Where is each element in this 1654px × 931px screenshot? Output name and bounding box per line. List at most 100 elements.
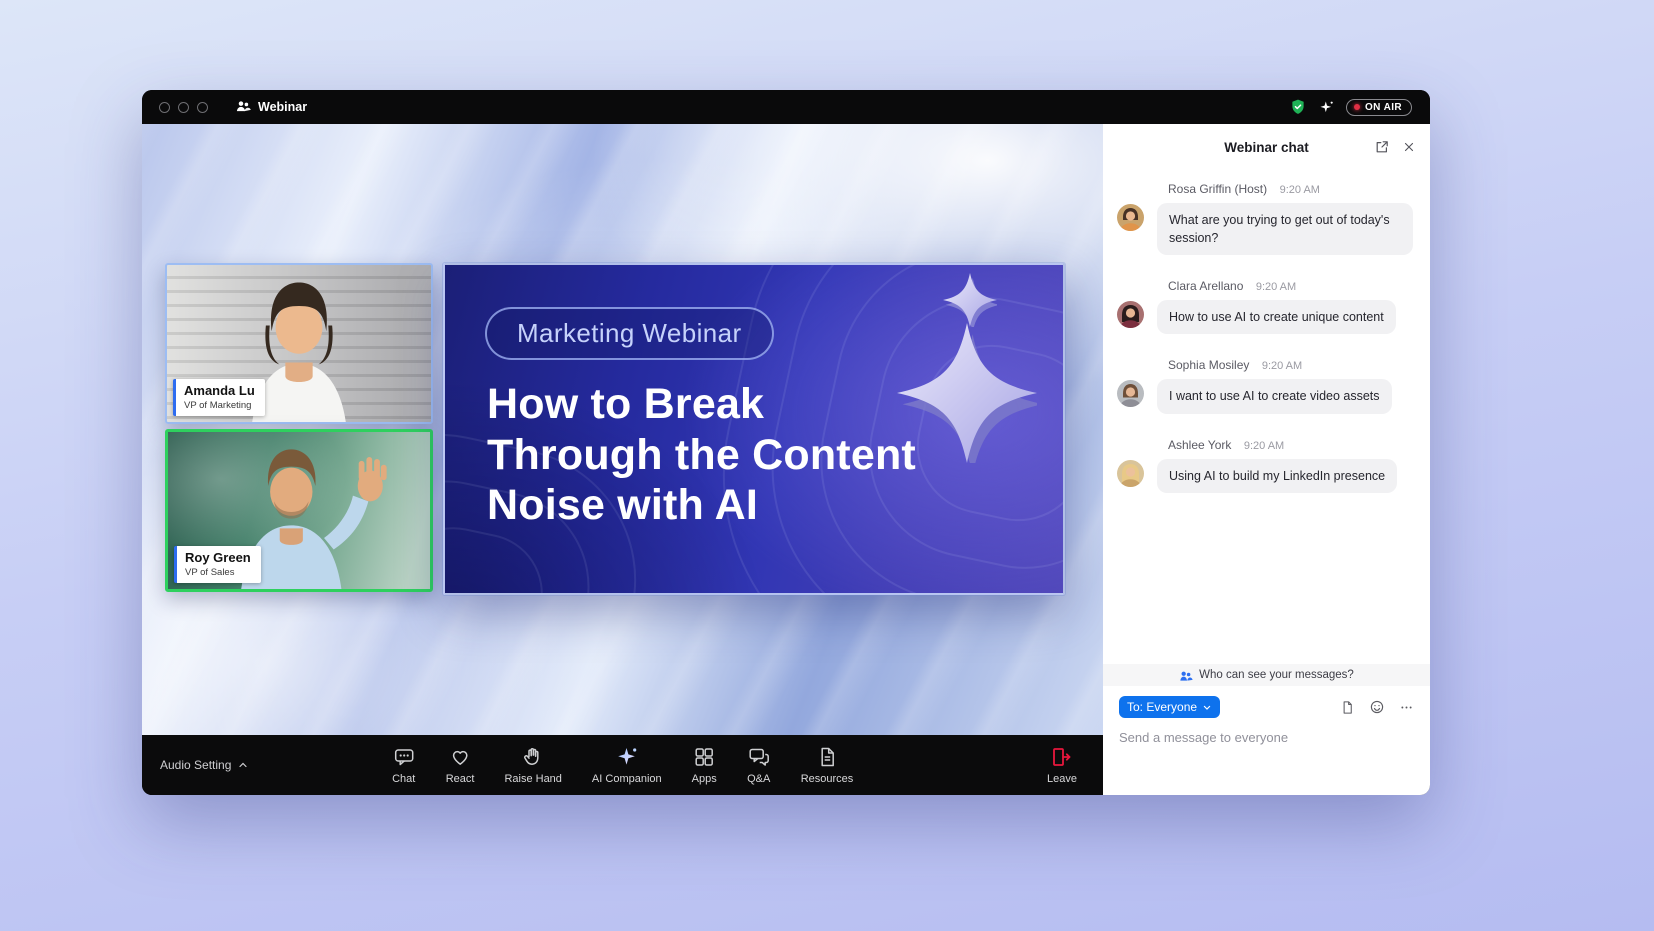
message-author: Sophia Mosiley	[1168, 358, 1249, 372]
video-stage: Amanda Lu VP of Marketing	[142, 124, 1103, 735]
leave-door-icon	[1050, 745, 1074, 769]
video-tile-column: Amanda Lu VP of Marketing	[165, 263, 433, 592]
recipient-selector-label: To: Everyone	[1127, 700, 1197, 714]
titlebar: Webinar ON AIR	[142, 90, 1430, 124]
on-air-dot-icon	[1354, 104, 1360, 110]
avatar	[1117, 301, 1144, 328]
chevron-down-icon	[1202, 703, 1212, 712]
slide-title-line: Noise with AI	[487, 480, 916, 531]
ai-companion-button[interactable]: AI Companion	[592, 745, 662, 785]
video-tile-roy[interactable]: Roy Green VP of Sales	[165, 429, 433, 592]
maximize-window-button[interactable]	[197, 102, 208, 113]
resources-button-label: Resources	[801, 773, 854, 785]
toolbar-center-group: Chat React Raise Hand	[392, 735, 854, 795]
popout-icon	[1374, 139, 1390, 155]
message-author: Clara Arellano	[1168, 279, 1243, 293]
close-icon	[1402, 140, 1416, 154]
titlebar-status-icons: ON AIR	[1289, 98, 1412, 116]
avatar	[1117, 204, 1144, 231]
leave-button-label: Leave	[1047, 773, 1077, 785]
message-author: Ashlee York	[1168, 438, 1231, 452]
slide-title-line: Through the Content	[487, 430, 916, 481]
on-air-label: ON AIR	[1365, 102, 1402, 113]
attach-file-button[interactable]	[1340, 699, 1355, 716]
message-input[interactable]	[1119, 718, 1414, 745]
leave-button[interactable]: Leave	[1047, 745, 1077, 785]
apps-button-label: Apps	[692, 773, 717, 785]
resources-button[interactable]: Resources	[801, 745, 854, 785]
chat-button[interactable]: Chat	[392, 745, 416, 785]
ai-companion-status-icon[interactable]	[1318, 99, 1335, 116]
raise-hand-button-label: Raise Hand	[504, 773, 561, 785]
chat-message: Clara Arellano 9:20 AM How to use AI to …	[1103, 277, 1430, 334]
window-title-group: Webinar	[234, 98, 307, 116]
participant-role: VP of Marketing	[184, 400, 255, 411]
chat-message: Ashlee York 9:20 AM Using AI to build my…	[1103, 436, 1430, 493]
heart-icon	[448, 745, 472, 769]
raise-hand-button[interactable]: Raise Hand	[504, 745, 561, 785]
react-button[interactable]: React	[446, 745, 475, 785]
video-tile-amanda[interactable]: Amanda Lu VP of Marketing	[165, 263, 433, 424]
chat-composer: To: Everyone	[1103, 686, 1430, 795]
message-time: 9:20 AM	[1280, 184, 1320, 196]
chat-privacy-note: Who can see your messages?	[1103, 664, 1430, 686]
people-icon	[1179, 669, 1193, 682]
message-bubble: I want to use AI to create video assets	[1157, 379, 1392, 413]
qa-button[interactable]: Q&A	[747, 745, 771, 785]
name-tag-amanda: Amanda Lu VP of Marketing	[173, 379, 265, 416]
apps-button[interactable]: Apps	[692, 745, 717, 785]
chat-message-list[interactable]: Rosa Griffin (Host) 9:20 AM What are you…	[1103, 170, 1430, 664]
slide-title-line: How to Break	[487, 379, 916, 430]
on-air-badge: ON AIR	[1346, 99, 1412, 116]
avatar	[1117, 460, 1144, 487]
message-time: 9:20 AM	[1256, 281, 1296, 293]
document-icon	[815, 745, 839, 769]
decorative-star-shape-small	[943, 273, 997, 327]
react-button-label: React	[446, 773, 475, 785]
decorative-star-shape-large	[897, 323, 1037, 463]
popout-chat-button[interactable]	[1374, 139, 1390, 155]
chevron-up-icon	[237, 759, 249, 771]
window-title: Webinar	[258, 100, 307, 114]
meeting-toolbar: Audio Setting Chat React	[142, 735, 1103, 795]
message-bubble: Using AI to build my LinkedIn presence	[1157, 459, 1397, 493]
message-bubble: How to use AI to create unique content	[1157, 300, 1396, 334]
recipient-selector[interactable]: To: Everyone	[1119, 696, 1220, 718]
participant-role: VP of Sales	[185, 567, 251, 578]
message-time: 9:20 AM	[1262, 360, 1302, 372]
more-options-button[interactable]	[1399, 700, 1414, 715]
participants-icon	[234, 98, 251, 116]
raise-hand-icon	[521, 745, 545, 769]
ai-companion-button-label: AI Companion	[592, 773, 662, 785]
audio-settings-label: Audio Setting	[160, 758, 231, 772]
chat-message: Rosa Griffin (Host) 9:20 AM What are you…	[1103, 180, 1430, 255]
message-author: Rosa Griffin (Host)	[1168, 182, 1267, 196]
more-ellipsis-icon	[1399, 700, 1414, 715]
ai-companion-icon	[615, 745, 639, 769]
name-tag-roy: Roy Green VP of Sales	[174, 546, 261, 583]
slide-title: How to Break Through the Content Noise w…	[487, 379, 916, 531]
qa-button-label: Q&A	[747, 773, 770, 785]
slide-badge: Marketing Webinar	[485, 307, 774, 360]
security-shield-icon[interactable]	[1289, 98, 1307, 116]
qa-bubbles-icon	[747, 745, 771, 769]
participant-name: Roy Green	[185, 550, 251, 566]
minimize-window-button[interactable]	[178, 102, 189, 113]
chat-button-label: Chat	[392, 773, 415, 785]
privacy-note-text: Who can see your messages?	[1199, 669, 1354, 681]
file-icon	[1340, 699, 1355, 716]
emoji-button[interactable]	[1369, 699, 1385, 715]
webinar-chat-panel: Webinar chat Rosa Griffin (Host) 9:20 AM	[1103, 124, 1430, 795]
participant-name: Amanda Lu	[184, 383, 255, 399]
emoji-icon	[1369, 699, 1385, 715]
audio-settings-button[interactable]: Audio Setting	[160, 735, 249, 795]
presentation-slide: Marketing Webinar How to Break Through t…	[443, 263, 1065, 595]
close-chat-button[interactable]	[1402, 140, 1416, 154]
message-time: 9:20 AM	[1244, 440, 1284, 452]
avatar	[1117, 380, 1144, 407]
chat-message: Sophia Mosiley 9:20 AM I want to use AI …	[1103, 356, 1430, 413]
message-bubble: What are you trying to get out of today'…	[1157, 203, 1413, 255]
window-controls	[159, 102, 208, 113]
close-window-button[interactable]	[159, 102, 170, 113]
webinar-window: Webinar ON AIR	[142, 90, 1430, 795]
